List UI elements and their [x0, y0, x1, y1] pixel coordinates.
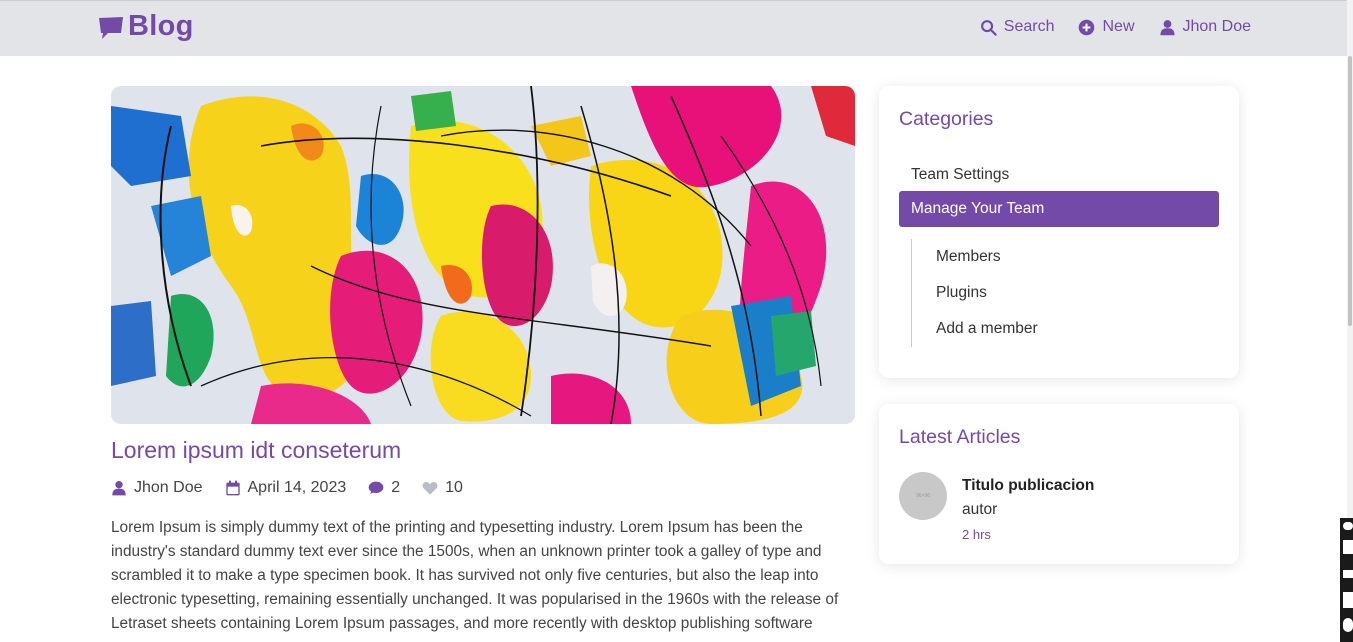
latest-article-time: 2 hrs: [962, 527, 991, 542]
nav-search-link[interactable]: Search: [980, 18, 1055, 36]
scrollbar-thumb[interactable]: [1348, 56, 1352, 326]
top-navbar: Blog Search New Jhon Doe: [0, 0, 1353, 56]
search-icon: [980, 19, 997, 36]
nav-user-label: Jhon Doe: [1182, 18, 1252, 35]
post-likes-count: 10: [445, 479, 463, 496]
categories-card: Categories Team Settings Manage Your Tea…: [879, 86, 1239, 378]
nav-new-label: New: [1102, 18, 1135, 35]
latest-articles-title: Latest Articles: [899, 426, 1021, 448]
camera-icon[interactable]: [1343, 540, 1353, 554]
brand-name: Blog: [128, 10, 194, 42]
plus-circle-icon: [1079, 19, 1095, 35]
nav-links: Search New Jhon Doe: [980, 18, 1251, 36]
post-comments-count: 2: [391, 479, 401, 496]
latest-article-author: autor: [962, 501, 998, 518]
subcategory-item-plugins[interactable]: Plugins: [936, 284, 987, 302]
box-icon[interactable]: [1343, 570, 1353, 578]
subcategory-item-add-member[interactable]: Add a member: [936, 320, 1038, 338]
comment-icon: [368, 481, 384, 494]
post-title[interactable]: Lorem ipsum idt conseterum: [111, 437, 401, 464]
post-body-text: Lorem Ipsum is simply dummy text of the …: [111, 519, 839, 632]
post-hero-image: [111, 86, 855, 424]
subcategory-item-members[interactable]: Members: [936, 248, 1001, 266]
post-likes[interactable]: 10: [422, 479, 463, 497]
nav-user-link[interactable]: Jhon Doe: [1159, 18, 1252, 36]
latest-article-title[interactable]: Titulo publicacion: [962, 477, 1094, 495]
post-author[interactable]: Jhon Doe: [111, 479, 203, 497]
gear-icon[interactable]: [1343, 618, 1353, 632]
user-icon: [112, 481, 126, 496]
floating-tool-strip: [1340, 518, 1353, 642]
latest-articles-card: Latest Articles 96×96 Titulo publicacion…: [879, 404, 1239, 564]
post-date: April 14, 2023: [225, 479, 347, 497]
calendar-icon: [225, 480, 240, 496]
post-date-text: April 14, 2023: [247, 479, 347, 496]
post-author-name: Jhon Doe: [134, 479, 203, 496]
categories-title: Categories: [899, 108, 994, 130]
frame-icon[interactable]: [1343, 592, 1353, 608]
category-item-manage-your-team[interactable]: Manage Your Team: [899, 191, 1219, 227]
link-icon[interactable]: [1343, 522, 1353, 530]
avatar-placeholder-text: 96×96: [915, 493, 931, 499]
category-item-team-settings[interactable]: Team Settings: [899, 157, 1219, 193]
comment-logo-icon: [99, 16, 123, 39]
brand-logo[interactable]: Blog: [98, 10, 194, 43]
article-avatar: 96×96: [899, 472, 947, 520]
post-meta: Jhon Doe April 14, 2023 2 10: [111, 479, 463, 497]
category-sub-list: Members Plugins Add a member: [911, 239, 1211, 347]
post-comments[interactable]: 2: [368, 479, 400, 497]
user-icon: [1159, 19, 1175, 35]
abstract-paint-artwork: [111, 86, 855, 424]
nav-search-label: Search: [1003, 18, 1055, 35]
heart-icon: [422, 481, 438, 495]
nav-new-link[interactable]: New: [1078, 18, 1135, 36]
